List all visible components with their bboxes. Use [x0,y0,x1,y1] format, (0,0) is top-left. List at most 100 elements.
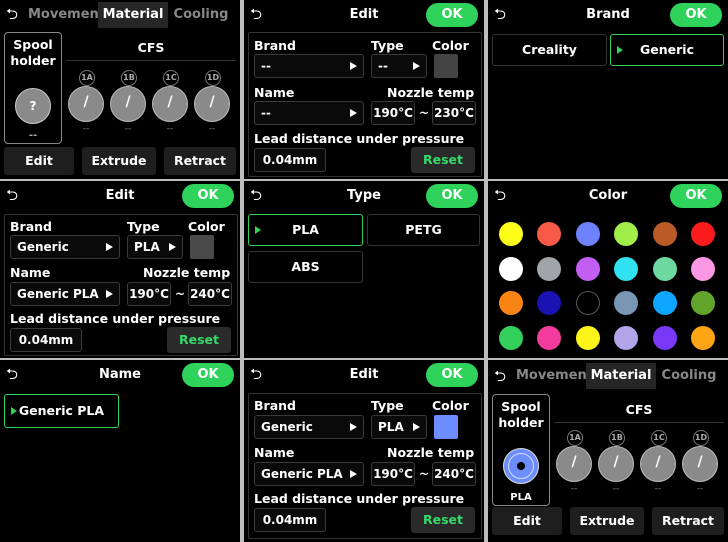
spool-holder-card[interactable]: Spool holder ? -- [4,32,62,144]
color-option[interactable] [614,291,639,315]
color-option[interactable] [499,222,523,246]
slot-id: 1B [609,430,625,446]
tab-movement[interactable]: Movement [28,2,105,28]
ok-button[interactable]: OK [182,184,234,208]
type-item-petg[interactable]: PETG [367,214,480,246]
color-option[interactable] [652,256,677,281]
color-option[interactable] [614,256,639,281]
spool-unknown-icon: ? [29,99,37,113]
reset-button[interactable]: Reset [167,327,231,353]
name-select[interactable]: Generic PLA [10,282,120,306]
nozzle-temp-min[interactable]: 190°C [371,462,415,486]
name-select[interactable]: -- [254,101,364,125]
name-item-generic-pla[interactable]: Generic PLA [4,394,119,428]
back-icon[interactable]: ⮌ [250,186,268,204]
color-option[interactable] [499,256,523,281]
color-option[interactable] [499,325,523,350]
cfs-group: CFS 1A / -- 1B / -- 1C / -- 1D / -- [66,38,236,142]
slot-value: -- [612,484,620,494]
color-option[interactable] [537,222,562,246]
nozzle-temp-max[interactable]: 240°C [432,462,476,486]
extrude-button[interactable]: Extrude [82,147,156,175]
color-option[interactable] [537,291,562,315]
back-icon[interactable]: ⮌ [6,365,24,383]
brand-item-creality[interactable]: Creality [492,34,607,66]
chevron-right-icon [350,470,357,478]
reset-button[interactable]: Reset [411,507,475,533]
color-swatch[interactable] [434,415,458,439]
ok-button[interactable]: OK [426,363,478,387]
type-item-abs[interactable]: ABS [248,251,363,283]
brand-select[interactable]: Generic [254,415,364,439]
name-header: ⮌ Name OK [0,360,240,392]
back-icon[interactable]: ⮌ [250,365,268,383]
name-select[interactable]: Generic PLA [254,462,364,486]
color-option[interactable] [691,222,715,246]
slot-id: 1D [205,70,221,86]
tab-movement[interactable]: Movement [516,363,593,389]
retract-button[interactable]: Retract [164,147,236,175]
nozzle-temp-min[interactable]: 190°C [127,282,171,306]
retract-button[interactable]: Retract [652,507,724,535]
chevron-right-icon [350,423,357,431]
slot-value: -- [570,484,578,494]
chevron-right-icon [413,62,420,70]
color-option[interactable] [537,256,562,281]
color-option[interactable] [499,291,523,315]
nozzle-temp-max[interactable]: 240°C [188,282,232,306]
color-option[interactable] [652,325,677,350]
tab-material[interactable]: Material [586,363,656,389]
spool-holder-card[interactable]: Spool holder PLA [492,394,550,506]
color-option[interactable] [614,325,639,350]
reset-button[interactable]: Reset [411,147,475,173]
back-icon[interactable]: ⮌ [494,367,512,385]
brand-item-generic[interactable]: Generic [610,34,724,66]
slot-id: 1B [121,70,137,86]
nozzle-temp-max[interactable]: 230°C [432,101,476,125]
chevron-right-icon [169,243,176,251]
ok-button[interactable]: OK [426,3,478,27]
color-option[interactable] [575,291,600,315]
back-icon[interactable]: ⮌ [494,5,512,23]
selected-indicator-icon [255,226,261,234]
tab-cooling[interactable]: Cooling [168,2,234,28]
type-select[interactable]: -- [371,54,427,78]
color-option[interactable] [652,222,677,246]
color-option[interactable] [691,256,715,281]
type-select[interactable]: PLA [371,415,427,439]
chevron-right-icon [350,109,357,117]
lead-distance-input[interactable]: 0.04mm [254,508,326,532]
tab-material[interactable]: Material [98,2,168,28]
color-option[interactable] [575,222,600,246]
lead-distance-input[interactable]: 0.04mm [254,148,326,172]
extrude-button[interactable]: Extrude [570,507,644,535]
color-option[interactable] [537,325,562,350]
ok-button[interactable]: OK [670,3,722,27]
nozzle-temp-label: Nozzle temp [143,265,231,280]
spool-loaded-circle [503,448,539,484]
color-option[interactable] [652,291,677,315]
color-option[interactable] [691,291,715,315]
type-item-pla[interactable]: PLA [248,214,363,246]
ok-button[interactable]: OK [426,184,478,208]
back-icon[interactable]: ⮌ [250,5,268,23]
lead-distance-input[interactable]: 0.04mm [10,328,82,352]
nozzle-temp-min[interactable]: 190°C [371,101,415,125]
edit-button[interactable]: Edit [492,507,562,535]
color-swatch[interactable] [434,54,458,78]
color-option[interactable] [691,325,715,350]
color-option[interactable] [575,325,600,350]
chevron-right-icon [106,243,113,251]
back-icon[interactable]: ⮌ [6,5,24,23]
back-icon[interactable]: ⮌ [6,186,24,204]
color-option[interactable] [575,256,600,281]
color-swatch[interactable] [190,235,214,259]
color-option[interactable] [614,222,639,246]
brand-select[interactable]: Generic [10,235,120,259]
edit-panel-empty: ⮌ Edit OK Brand Type Color -- -- Name No… [244,0,484,179]
type-select[interactable]: PLA [127,235,183,259]
tab-cooling[interactable]: Cooling [656,363,722,389]
edit-button[interactable]: Edit [4,147,74,175]
brand-select[interactable]: -- [254,54,364,78]
ok-button[interactable]: OK [182,363,234,387]
